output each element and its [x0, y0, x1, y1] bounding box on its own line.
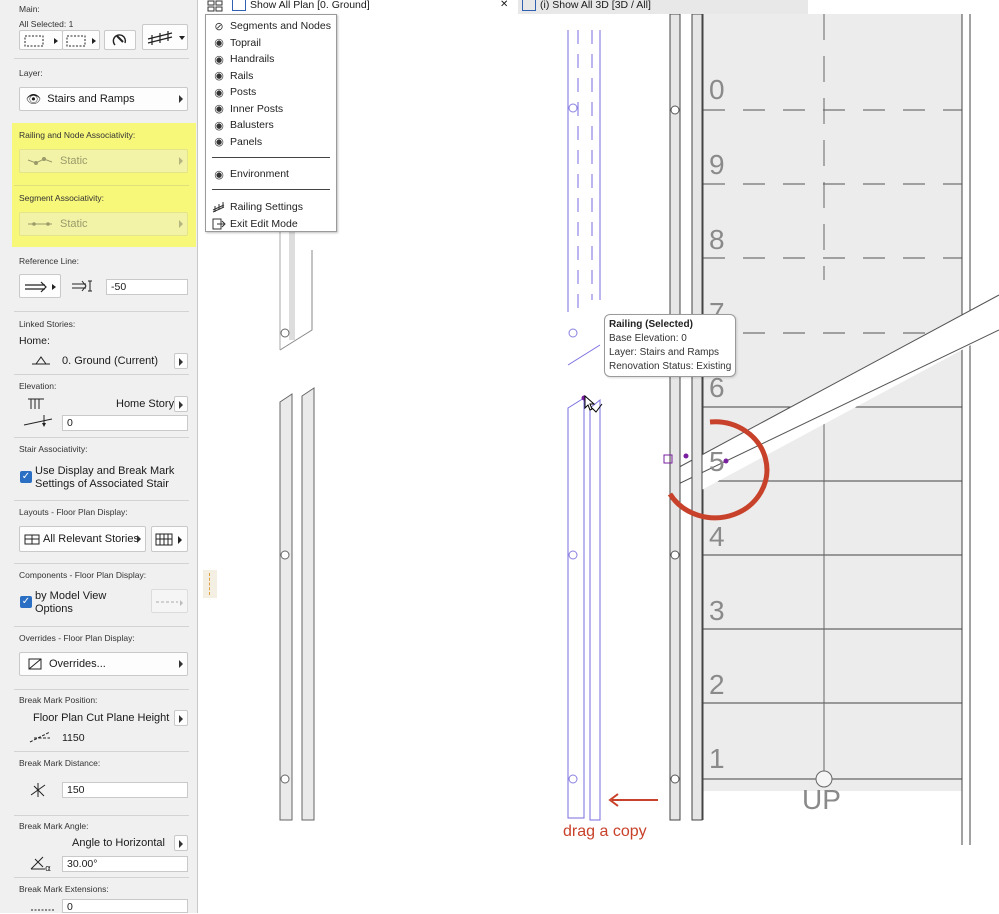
menu-item-exit-edit[interactable]: Exit Edit Mode — [212, 216, 298, 232]
railing-settings-icon — [212, 202, 225, 213]
menu-item-panels[interactable]: ◉ Panels — [212, 134, 262, 150]
eye-icon: ◉ — [214, 136, 224, 148]
railing-node — [670, 774, 680, 784]
menu-item-label: Inner Posts — [230, 102, 284, 115]
railing-copy-selected[interactable] — [567, 30, 601, 821]
exit-icon — [212, 218, 226, 230]
eye-icon: ◉ — [214, 119, 224, 132]
up-label: UP — [802, 784, 841, 815]
railing-hotspot[interactable] — [683, 453, 689, 459]
menu-item-railing-settings[interactable]: Railing Settings — [212, 199, 303, 215]
eye-icon: ◉ — [214, 86, 224, 99]
menu-item-label: Rails — [230, 69, 254, 82]
menu-separator — [212, 189, 330, 190]
element-info-tooltip: Railing (Selected) Base Elevation: 0 Lay… — [604, 314, 736, 377]
eye-icon: ◉ — [214, 37, 224, 49]
menu-item-environment[interactable]: ◉ Environment — [212, 166, 289, 182]
step-number: 4 — [709, 521, 725, 552]
menu-item-label: Railing Settings — [230, 201, 303, 213]
tab-plan[interactable]: Show All Plan [0. Ground] — [232, 0, 370, 12]
menu-item-segments-nodes[interactable]: ⊘ Segments and Nodes — [212, 18, 331, 34]
floor-plan-canvas[interactable] — [0, 0, 999, 913]
stair-side-fill — [962, 14, 999, 913]
menu-item-balusters[interactable]: ◉ Balusters — [212, 117, 274, 133]
railing-copy-node — [568, 103, 578, 113]
railing-copy-node — [568, 550, 578, 560]
menu-item-label: Handrails — [230, 53, 275, 65]
menu-item-label: Segments and Nodes — [230, 20, 331, 32]
step-number: 0 — [709, 74, 725, 105]
grid-view-icon[interactable] — [207, 0, 225, 12]
tab-plan-label: Show All Plan [0. Ground] — [250, 0, 370, 11]
mouse-cursor-icon — [584, 394, 596, 411]
annotation-text: drag a copy — [563, 823, 647, 840]
eye-icon: ◉ — [214, 103, 224, 115]
tab-3d[interactable]: (i) Show All 3D [3D / All] — [522, 0, 651, 12]
railing-copy-node — [568, 328, 578, 338]
menu-item-label: Posts — [230, 86, 257, 98]
menu-item-inner-posts[interactable]: ◉ Inner Posts — [212, 101, 283, 117]
plan-view-icon — [232, 0, 246, 11]
step-number: 2 — [709, 669, 725, 700]
left-railing-node — [280, 774, 290, 784]
tooltip-title: Railing (Selected) — [609, 319, 693, 330]
railing-node — [670, 105, 680, 115]
3d-view-icon — [522, 0, 536, 11]
step-number: 9 — [709, 149, 725, 180]
menu-item-rails[interactable]: ◉ Rails — [212, 68, 253, 84]
step-number: 8 — [709, 224, 725, 255]
menu-separator — [212, 157, 330, 158]
tooltip-layer: Layer: Stairs and Ramps — [609, 347, 720, 358]
eye-icon: ◉ — [214, 70, 224, 82]
tab-3d-label: (i) Show All 3D [3D / All] — [540, 0, 651, 11]
railing-edit-menu: ⊘ Segments and Nodes ◉ Toprail ◉ Handrails … — [205, 14, 337, 232]
tooltip-base-elevation: Base Elevation: 0 — [609, 333, 687, 344]
eye-icon: ◉ — [214, 53, 224, 66]
menu-item-label: Exit Edit Mode — [230, 218, 298, 230]
tooltip-renovation: Renovation Status: Existing — [609, 361, 732, 372]
step-number: 1 — [709, 743, 725, 774]
menu-item-label: Toprail — [230, 36, 261, 49]
menu-item-label: Panels — [230, 135, 263, 148]
left-railing-node — [280, 550, 290, 560]
step-number: 5 — [709, 446, 725, 477]
left-railing-node — [280, 328, 290, 338]
railing-copy-node — [568, 774, 578, 784]
menu-item-toprail[interactable]: ◉ Toprail — [212, 35, 261, 51]
step-number: 3 — [709, 595, 725, 626]
menu-item-label: Balusters — [230, 119, 274, 131]
railing-node — [670, 550, 680, 560]
menu-item-posts[interactable]: ◉ Posts — [212, 84, 256, 100]
left-railing — [279, 387, 315, 821]
eye-icon: ◉ — [214, 168, 224, 181]
menu-item-label: Environment — [230, 168, 289, 180]
eye-slashed-icon: ⊘ — [214, 20, 224, 33]
tab-close-button[interactable]: ✕ — [500, 0, 508, 12]
menu-item-handrails[interactable]: ◉ Handrails — [212, 51, 274, 67]
